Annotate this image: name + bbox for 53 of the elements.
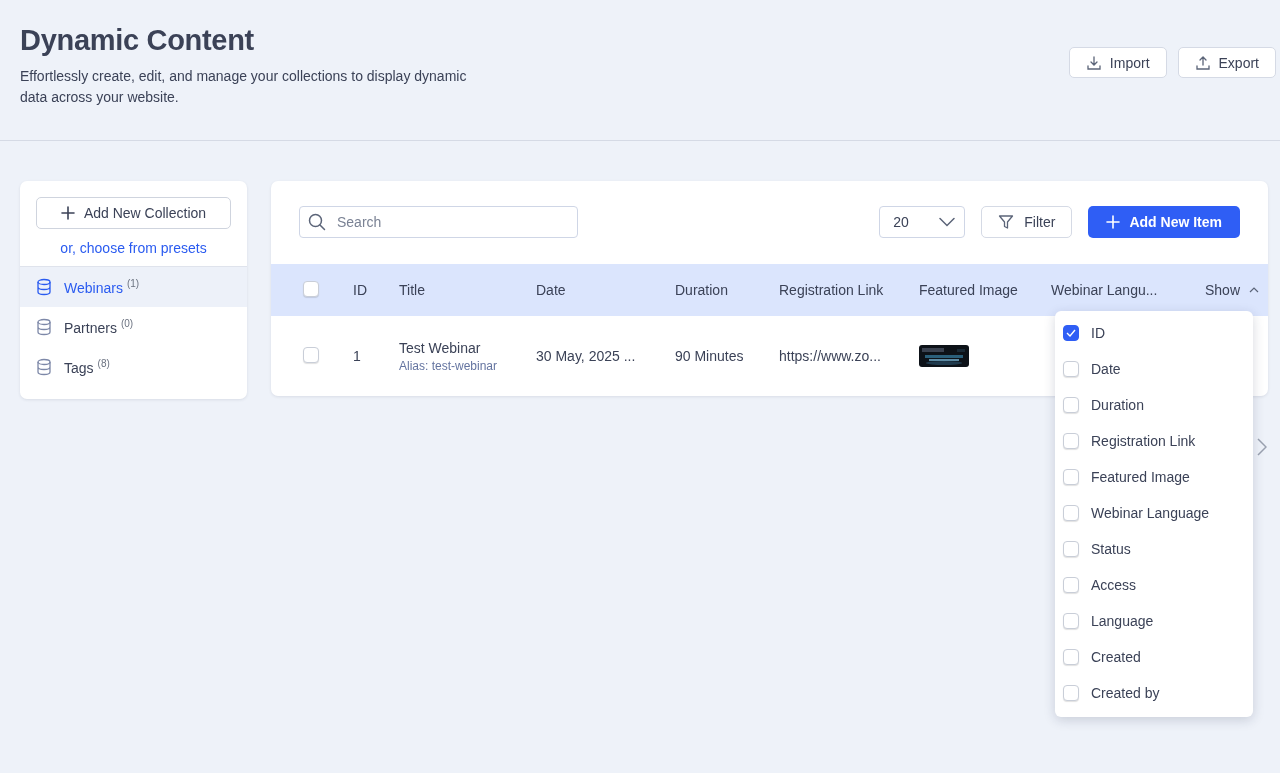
column-option[interactable]: Webinar Language: [1091, 505, 1210, 521]
page-size-select[interactable]: 20: [879, 206, 966, 238]
add-item-button[interactable]: Add New Item: [1088, 206, 1240, 238]
add-collection-button[interactable]: Add New Collection: [36, 197, 231, 229]
column-option[interactable]: Created by: [1091, 685, 1160, 701]
show-columns-toggle[interactable]: Show: [1205, 282, 1241, 298]
chevron-right-icon: [1257, 438, 1267, 456]
plus-icon: [1106, 215, 1121, 229]
search-field[interactable]: Search: [299, 206, 578, 238]
table-cell-text: 1: [353, 348, 362, 364]
column-option[interactable]: ID: [1091, 325, 1105, 341]
column-option[interactable]: Registration Link: [1091, 433, 1196, 449]
column-header: Webinar Langu...: [1051, 282, 1159, 298]
table-cell-text: 30 May, 2025 ...: [536, 348, 637, 364]
database-icon: [36, 358, 52, 376]
checkbox[interactable]: [1063, 325, 1079, 341]
page-title: Dynamic Content: [20, 24, 255, 57]
column-option[interactable]: Featured Image: [1091, 469, 1190, 485]
column-header: Registration Link: [779, 282, 885, 298]
column-option[interactable]: Status: [1091, 541, 1131, 557]
check-icon: [1066, 329, 1076, 337]
item-alias: Alias: test-webinar: [399, 358, 499, 373]
column-option[interactable]: Access: [1091, 577, 1137, 593]
chevron-down-icon: [939, 217, 956, 227]
column-header: Date: [536, 282, 567, 298]
chevron-up-icon: [1249, 287, 1260, 293]
column-option[interactable]: Language: [1091, 613, 1154, 629]
funnel-icon: [998, 214, 1015, 230]
collection-item[interactable]: Partners $^{(0)}$: [20, 307, 247, 347]
upload-icon: [1194, 54, 1211, 71]
item-title: Test Webinar: [399, 339, 482, 356]
collection-item[interactable]: Webinars $^{(1)}$: [20, 267, 247, 307]
column-option[interactable]: Duration: [1091, 397, 1144, 413]
database-icon: [36, 318, 52, 336]
column-header: Title: [399, 282, 426, 298]
search-icon: [308, 213, 326, 231]
page-description: Effortlessly create, edit, and manage your collections to display dynamic data across your website.: [20, 67, 468, 107]
export-button[interactable]: Export: [1177, 47, 1276, 78]
database-icon: [36, 278, 52, 296]
column-header: Featured Image: [919, 282, 1019, 298]
presets-link[interactable]: or, choose from presets: [60, 240, 207, 256]
plus-icon: [60, 206, 75, 220]
table-cell-text: 90 Minutes: [675, 348, 745, 364]
collection-item[interactable]: Tags $^{(8)}$: [20, 347, 247, 387]
column-option[interactable]: Created: [1091, 649, 1141, 665]
table-cell-text: https://www.zo...: [779, 348, 882, 364]
filter-button[interactable]: Filter: [981, 206, 1073, 238]
column-header: Duration: [675, 282, 729, 298]
column-header: ID: [353, 282, 368, 298]
import-button[interactable]: Import: [1068, 47, 1167, 78]
column-option[interactable]: Date: [1091, 361, 1121, 377]
search-input[interactable]: Search: [335, 213, 569, 231]
download-icon: [1085, 54, 1102, 71]
